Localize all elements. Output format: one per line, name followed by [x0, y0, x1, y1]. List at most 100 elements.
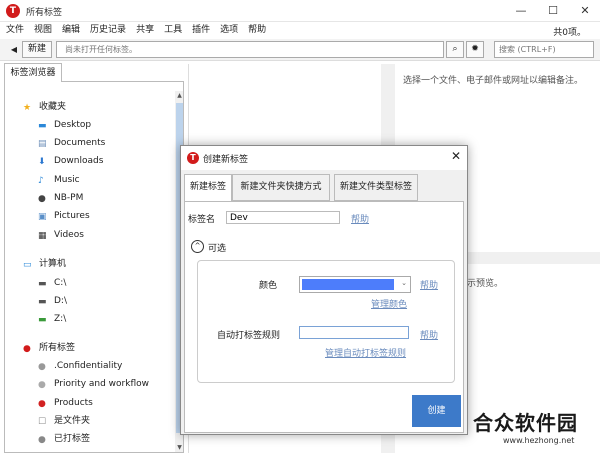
title-bar: T 所有标签 — ☐ ✕	[0, 0, 600, 22]
tree-group-header[interactable]: ● 所有标签	[23, 340, 75, 356]
tree-item[interactable]: ● Priority and workflow	[38, 376, 149, 392]
menu-share[interactable]: 共享	[131, 22, 159, 39]
tree-item[interactable]: ● 已打标签	[38, 431, 90, 447]
scroll-up-arrow[interactable]: ▲	[175, 91, 183, 101]
tree-item-label: Z:\	[54, 314, 67, 324]
window-title: 所有标签	[26, 8, 63, 18]
color-help-link[interactable]: 帮助	[420, 278, 438, 291]
dialog-title-bar: T 创建新标签 ✕	[181, 146, 467, 170]
color-picker-select[interactable]: ⌄	[299, 276, 411, 293]
tree-item[interactable]: ⬇ Downloads	[38, 153, 103, 169]
document-icon: ▤	[38, 139, 47, 149]
tab-tag-browser[interactable]: 标签浏览器	[4, 63, 62, 82]
tag-name-help-link[interactable]: 帮助	[351, 212, 369, 225]
tree-item[interactable]: ▬ C:\	[38, 275, 66, 291]
tree-item-label: Priority and workflow	[54, 379, 150, 389]
gear-icon: ✹	[471, 44, 479, 54]
menu-tools[interactable]: 工具	[159, 22, 187, 39]
tree-item-label: 所有标签	[39, 343, 76, 353]
menu-file[interactable]: 文件	[0, 22, 29, 39]
create-button[interactable]: 创建	[412, 395, 461, 427]
manage-auto-rules-link[interactable]: 管理自动打标签规则	[325, 346, 406, 359]
watermark-url: www.hezhong.net	[503, 436, 575, 445]
tree-item-label: Documents	[54, 138, 106, 148]
manage-colors-link[interactable]: 管理颜色	[371, 297, 407, 310]
tree-item-label: Music	[54, 175, 80, 185]
tree-item-label: Downloads	[54, 156, 104, 166]
menu-bar: 文件 视图 编辑 历史记录 共享 工具 插件 选项 帮助	[0, 22, 600, 39]
tab-new-folder-shortcut[interactable]: 新建文件夹快捷方式	[232, 174, 330, 201]
tree-item-label: 计算机	[39, 259, 67, 269]
tree-item[interactable]: ● Products	[38, 395, 93, 411]
tab-new-filetype-tag[interactable]: 新建文件类型标签	[334, 174, 418, 201]
tree-item[interactable]: ▦ Videos	[38, 227, 84, 243]
tree-item-label: Pictures	[54, 211, 90, 221]
tree-item-label: 已打标签	[54, 434, 91, 444]
tree-item-label: NB-PM	[54, 193, 84, 203]
tab-new-tag[interactable]: 新建标签	[184, 174, 232, 202]
watermark-text: 合众软件园	[473, 411, 578, 435]
tree-group-header[interactable]: ★ 收藏夹	[23, 99, 66, 115]
tree-item-label: .Confidentiality	[54, 361, 123, 371]
tree-item-label: 是文件夹	[54, 416, 91, 426]
drive-icon: ▬	[38, 279, 47, 289]
menu-view[interactable]: 视图	[29, 22, 57, 39]
tree-item[interactable]: ▬ Z:\	[38, 311, 66, 327]
person-icon: ●	[38, 194, 46, 204]
menu-history[interactable]: 历史记录	[85, 22, 131, 39]
auto-rule-help-link[interactable]: 帮助	[420, 328, 438, 341]
tagspaces-logo-icon: T	[6, 4, 20, 18]
toolbar: ◀ 新建 ⌕ ✹	[0, 39, 600, 61]
settings-button[interactable]: ✹	[466, 41, 484, 58]
tree-group-header[interactable]: ▭ 计算机	[23, 256, 66, 272]
close-window-button[interactable]: ✕	[570, 2, 600, 20]
optional-section-label: 可选	[208, 244, 227, 254]
tree-item[interactable]: ♪ Music	[38, 172, 80, 188]
drive-icon: ▬	[38, 315, 47, 325]
tagspaces-icon: ●	[23, 344, 31, 354]
watermark: 合众软件园 www.hezhong.net	[465, 403, 600, 453]
tag-icon: ●	[38, 362, 46, 372]
menu-help[interactable]: 帮助	[243, 22, 271, 39]
minimize-button[interactable]: —	[506, 2, 536, 20]
dialog-close-button[interactable]: ✕	[451, 149, 461, 163]
checkbox-icon: ☐	[38, 417, 47, 427]
create-tag-dialog: T 创建新标签 ✕ 新建标签 新建文件夹快捷方式 新建文件类型标签 标签名 帮助…	[180, 145, 468, 435]
tag-icon: ●	[38, 399, 46, 409]
computer-icon: ▭	[23, 260, 32, 270]
tag-name-input[interactable]	[226, 211, 340, 224]
tree-item-label: C:\	[54, 278, 67, 288]
search-input[interactable]	[494, 41, 594, 58]
tree-item-label: D:\	[54, 296, 67, 306]
color-label: 颜色	[259, 281, 278, 291]
back-button[interactable]: ◀	[6, 41, 22, 58]
menu-edit[interactable]: 编辑	[57, 22, 85, 39]
tree-item[interactable]: ● .Confidentiality	[38, 358, 122, 374]
scroll-down-arrow[interactable]: ▼	[175, 443, 183, 452]
menu-plugins[interactable]: 插件	[187, 22, 215, 39]
download-icon: ⬇	[38, 157, 46, 167]
music-icon: ♪	[38, 176, 44, 186]
tree-item[interactable]: ☐ 是文件夹	[38, 413, 90, 429]
menu-options[interactable]: 选项	[215, 22, 243, 39]
dialog-body: 标签名 帮助 ^ 可选 颜色 ⌄ 帮助 管理颜色 自动打标签规则 帮助 管理自动…	[184, 201, 464, 433]
notes-hint: 选择一个文件、电子邮件或网址以编辑备注。	[403, 76, 584, 86]
maximize-button[interactable]: ☐	[538, 2, 568, 20]
tree-item-label: Videos	[54, 230, 84, 240]
tree-item-label: 收藏夹	[39, 102, 67, 112]
drive-icon: ▬	[38, 297, 47, 307]
path-input[interactable]	[56, 41, 444, 58]
collapse-up-icon[interactable]: ^	[191, 240, 204, 253]
tag-icon: ●	[38, 435, 46, 445]
star-icon: ★	[23, 103, 32, 113]
search-button[interactable]: ⌕	[446, 41, 464, 58]
tree-item[interactable]: ● NB-PM	[38, 190, 83, 206]
tree-item[interactable]: ▬ D:\	[38, 293, 67, 309]
tree-item[interactable]: ▣ Pictures	[38, 208, 90, 224]
tree-item[interactable]: ▤ Documents	[38, 135, 105, 151]
auto-rule-input[interactable]	[299, 326, 409, 339]
new-button[interactable]: 新建	[22, 41, 52, 58]
tag-name-label: 标签名	[188, 215, 216, 225]
tree-item[interactable]: ▬ Desktop	[38, 117, 91, 133]
tree-item-label: Products	[54, 398, 93, 408]
